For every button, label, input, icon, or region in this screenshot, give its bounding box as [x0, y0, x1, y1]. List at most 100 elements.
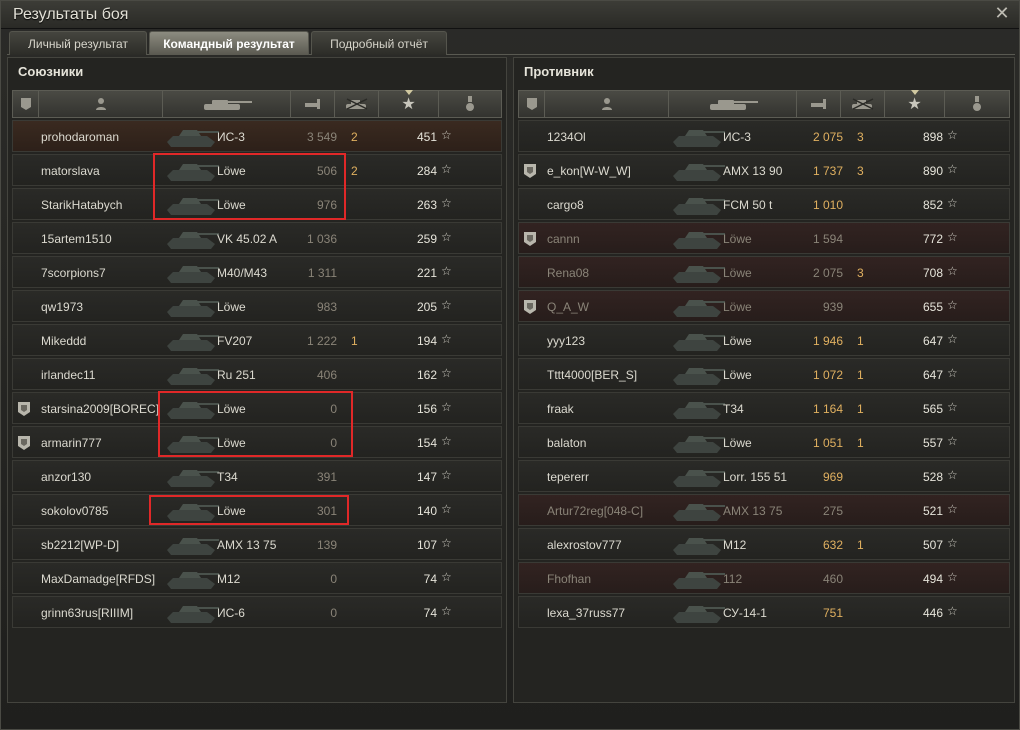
kills-value: 2 — [351, 164, 358, 178]
clan-badge-icon — [523, 163, 537, 179]
badge-icon[interactable] — [13, 91, 39, 117]
player-row[interactable]: yyy123 Löwe 1 946 1 647 ☆ — [518, 324, 1010, 356]
player-name: lexa_37russ77 — [547, 606, 626, 620]
star-icon: ☆ — [441, 536, 452, 550]
player-icon[interactable] — [39, 91, 163, 117]
vehicle-name: M12 — [217, 572, 241, 586]
xp-value: 565 — [922, 402, 943, 416]
vehicle-name: Löwe — [723, 368, 752, 382]
kills-value: 3 — [857, 130, 864, 144]
player-name: StarikHatabych — [41, 198, 123, 212]
player-row[interactable]: tepererr Lorr. 155 51 969 528 ☆ — [518, 460, 1010, 492]
star-icon: ☆ — [947, 570, 958, 584]
damage-value: 506 — [316, 164, 337, 178]
damage-value: 1 737 — [812, 164, 843, 178]
player-row[interactable]: Tttt4000[BER_S] Löwe 1 072 1 647 ☆ — [518, 358, 1010, 390]
xp-value: 154 — [416, 436, 437, 450]
player-row[interactable]: lexa_37russ77 СУ-14-1 751 446 ☆ — [518, 596, 1010, 628]
player-row[interactable]: 1234Ol ИС-3 2 075 3 898 ☆ — [518, 120, 1010, 152]
vehicle-name: Löwe — [217, 402, 246, 416]
badge-icon[interactable] — [519, 91, 545, 117]
player-row[interactable]: prohodaroman ИС-3 3 549 2 451 ☆ — [12, 120, 502, 152]
damage-icon[interactable] — [797, 91, 841, 117]
player-row[interactable]: 7scorpions7 M40/M43 1 311 221 ☆ — [12, 256, 502, 288]
xp-value: 647 — [922, 368, 943, 382]
clan-badge-icon — [523, 231, 537, 247]
kills-value: 1 — [857, 538, 864, 552]
damage-value: 1 164 — [812, 402, 843, 416]
xp-star-icon[interactable]: ★ — [379, 90, 439, 117]
xp-value: 852 — [922, 198, 943, 212]
player-row[interactable]: grinn63rus[RIIIM] ИС-6 0 74 ☆ — [12, 596, 502, 628]
player-name: starsina2009[BOREC] — [41, 402, 160, 416]
player-row[interactable]: sokolov0785 Löwe 301 140 ☆ — [12, 494, 502, 526]
player-row[interactable]: Q_A_W Löwe 939 655 ☆ — [518, 290, 1010, 322]
player-row[interactable]: irlandec11 Ru 251 406 162 ☆ — [12, 358, 502, 390]
xp-value: 74 — [423, 606, 437, 620]
tab-personal-result[interactable]: Личный результат — [9, 31, 147, 55]
xp-star-icon[interactable]: ★ — [885, 90, 945, 117]
player-row[interactable]: Rena08 Löwe 2 075 3 708 ☆ — [518, 256, 1010, 288]
tank-icon — [163, 158, 221, 184]
player-row[interactable]: 15artem1510 VK 45.02 A 1 036 259 ☆ — [12, 222, 502, 254]
player-row[interactable]: matorslava Löwe 506 2 284 ☆ — [12, 154, 502, 186]
player-row[interactable]: qw1973 Löwe 983 205 ☆ — [12, 290, 502, 322]
player-row[interactable]: e_kon[W-W_W] AMX 13 90 1 737 3 890 ☆ — [518, 154, 1010, 186]
xp-value: 156 — [416, 402, 437, 416]
damage-icon[interactable] — [291, 91, 335, 117]
star-icon: ☆ — [441, 264, 452, 278]
tab-detailed-report[interactable]: Подробный отчёт — [311, 31, 447, 55]
vehicle-name: Lorr. 155 51 — [723, 470, 788, 484]
vehicle-name: Löwe — [723, 266, 752, 280]
player-name: Mikeddd — [41, 334, 87, 348]
kills-icon[interactable] — [335, 91, 379, 117]
player-row[interactable]: sb2212[WP-D] AMX 13 75 139 107 ☆ — [12, 528, 502, 560]
player-row[interactable]: cannn Löwe 1 594 772 ☆ — [518, 222, 1010, 254]
vehicle-icon[interactable] — [163, 91, 291, 117]
star-icon: ☆ — [947, 230, 958, 244]
player-row[interactable]: fraak T34 1 164 1 565 ☆ — [518, 392, 1010, 424]
vehicle-name: Löwe — [217, 300, 246, 314]
player-row[interactable]: alexrostov777 M12 632 1 507 ☆ — [518, 528, 1010, 560]
player-row[interactable]: MaxDamadge[RFDS] M12 0 74 ☆ — [12, 562, 502, 594]
kills-icon[interactable] — [841, 91, 885, 117]
damage-value: 939 — [822, 300, 843, 314]
enemies-title: Противник — [524, 64, 594, 79]
medal-icon[interactable] — [945, 91, 1009, 117]
xp-value: 263 — [416, 198, 437, 212]
close-icon[interactable]: ✕ — [993, 3, 1011, 23]
tab-team-result[interactable]: Командный результат — [149, 31, 309, 55]
player-row[interactable]: Mikeddd FV207 1 222 1 194 ☆ — [12, 324, 502, 356]
player-name: alexrostov777 — [547, 538, 622, 552]
damage-value: 1 036 — [306, 232, 337, 246]
player-name: cannn — [547, 232, 580, 246]
player-name: Q_A_W — [547, 300, 590, 314]
player-row[interactable]: anzor130 T34 391 147 ☆ — [12, 460, 502, 492]
player-row[interactable]: Fhofhan 112 460 494 ☆ — [518, 562, 1010, 594]
damage-value: 406 — [316, 368, 337, 382]
vehicle-icon[interactable] — [669, 91, 797, 117]
xp-value: 451 — [416, 130, 437, 144]
vehicle-name: Löwe — [217, 504, 246, 518]
player-row[interactable]: starsina2009[BOREC] Löwe 0 156 ☆ — [12, 392, 502, 424]
vehicle-name: Löwe — [217, 164, 246, 178]
player-row[interactable]: cargo8 FCM 50 t 1 010 852 ☆ — [518, 188, 1010, 220]
tab-bar: Личный результат Командный результат Под… — [7, 29, 1015, 55]
player-row[interactable]: StarikHatabych Löwe 976 263 ☆ — [12, 188, 502, 220]
damage-value: 391 — [316, 470, 337, 484]
player-name: matorslava — [41, 164, 100, 178]
star-icon: ☆ — [441, 570, 452, 584]
damage-value: 632 — [822, 538, 843, 552]
player-row[interactable]: armarin777 Löwe 0 154 ☆ — [12, 426, 502, 458]
medal-icon[interactable] — [439, 91, 501, 117]
player-icon[interactable] — [545, 91, 669, 117]
player-row[interactable]: balaton Löwe 1 051 1 557 ☆ — [518, 426, 1010, 458]
star-icon: ☆ — [441, 162, 452, 176]
player-row[interactable]: Artur72reg[048-C] AMX 13 75 275 521 ☆ — [518, 494, 1010, 526]
vehicle-name: T34 — [217, 470, 238, 484]
star-icon: ☆ — [441, 400, 452, 414]
tank-icon — [669, 600, 727, 626]
tank-icon — [669, 158, 727, 184]
tank-icon — [163, 566, 221, 592]
window-title: Результаты боя — [13, 6, 129, 23]
